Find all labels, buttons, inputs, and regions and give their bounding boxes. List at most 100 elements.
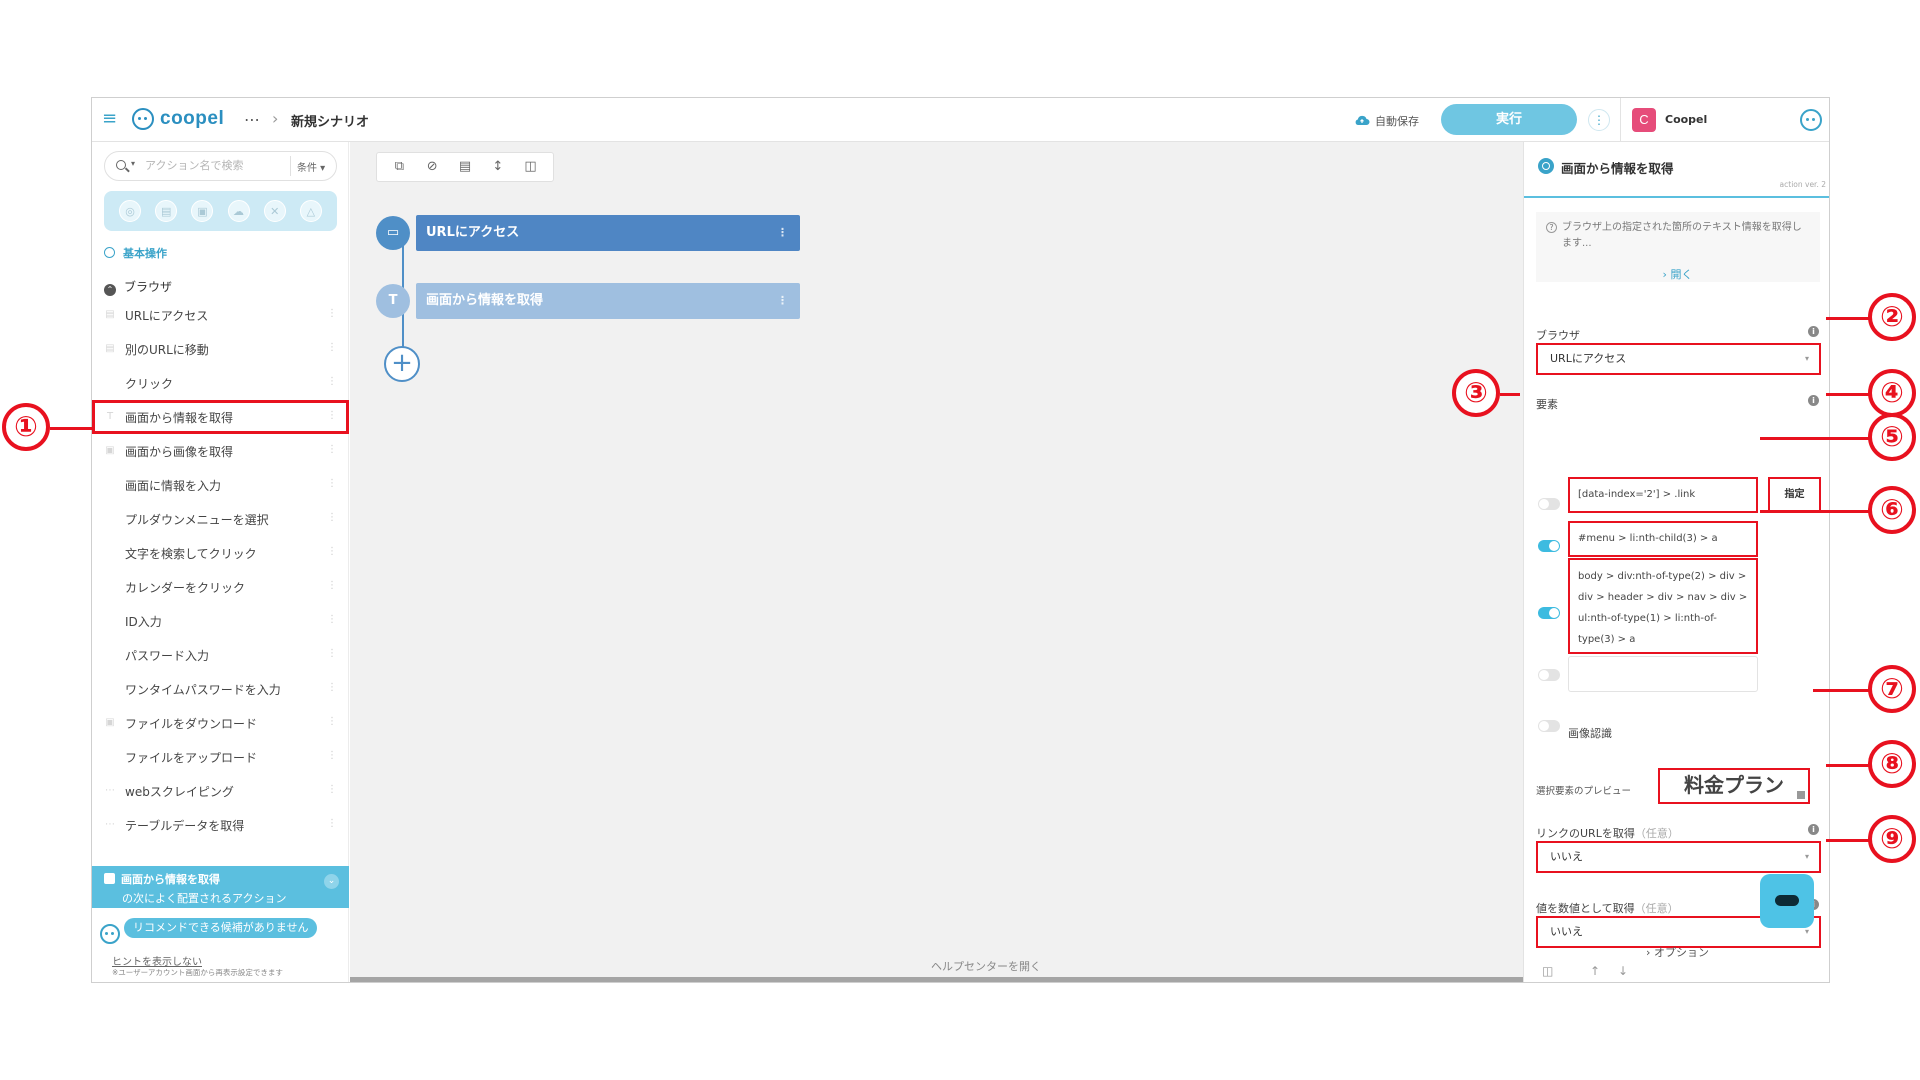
action-item-get-info[interactable]: T 画面から情報を取得 ⋮ <box>92 400 349 434</box>
action-item[interactable]: ▣ ファイルをダウンロード ⋮ <box>92 706 349 740</box>
action-menu-icon[interactable]: ⋮ <box>327 716 337 727</box>
panel-footer: ◫ ↑ ↓ <box>1524 964 1829 982</box>
menu-icon[interactable]: ≡ <box>102 110 118 128</box>
action-menu-icon[interactable]: ⋮ <box>327 342 337 353</box>
hide-icon[interactable]: ⊘ <box>423 158 441 176</box>
group-label: ブラウザ <box>124 280 173 294</box>
scenario-canvas[interactable]: ⧉ ⊘ ▤ ↕ ◫ ▭ URLにアクセス ⋮ T 画面から情報を取得 ⋮ + ヘ… <box>350 142 1622 982</box>
action-menu-icon[interactable]: ⋮ <box>327 410 337 421</box>
action-item[interactable]: ▣ 画面から画像を取得 ⋮ <box>92 434 349 468</box>
window-icon[interactable]: ▤ <box>155 200 178 222</box>
action-menu-icon[interactable]: ⋮ <box>327 512 337 523</box>
assistant-bot-icon[interactable] <box>1800 109 1822 131</box>
action-menu-icon[interactable]: ⋮ <box>327 478 337 489</box>
comment-icon[interactable]: ▤ <box>456 158 474 176</box>
action-item[interactable]: カレンダーをクリック ⋮ <box>92 570 349 604</box>
link-url-label: リンクのURLを取得（任意） <box>1536 825 1679 841</box>
action-menu-icon[interactable]: ⋮ <box>327 648 337 659</box>
link-url-select[interactable]: いいえ ▾ <box>1536 841 1821 873</box>
app-logo[interactable]: coopel <box>160 108 224 130</box>
arrow-down-icon[interactable]: ↓ <box>1618 964 1628 978</box>
options-toggle[interactable]: › オプション <box>1524 944 1829 960</box>
selector-field[interactable]: [data-index='2'] > .link <box>1568 477 1758 513</box>
split-icon[interactable]: ↕ <box>489 158 507 176</box>
action-menu-icon[interactable]: ⋮ <box>327 580 337 591</box>
node-icon-window[interactable]: ▭ <box>376 216 410 250</box>
search-icon[interactable] <box>116 160 126 170</box>
tools-icon[interactable]: ✕ <box>263 200 286 222</box>
workspace-avatar[interactable]: C <box>1632 108 1656 132</box>
action-menu-icon[interactable]: ⋮ <box>327 444 337 455</box>
action-item[interactable]: ▤ URLにアクセス ⋮ <box>92 298 349 332</box>
selector-toggle[interactable] <box>1538 540 1560 552</box>
run-options-icon[interactable]: ⋮ <box>1588 109 1610 131</box>
flow-node-selected[interactable]: 画面から情報を取得 ⋮ <box>416 283 800 319</box>
selector-toggle[interactable] <box>1538 498 1560 510</box>
chat-support-button[interactable] <box>1760 874 1814 928</box>
action-menu-icon[interactable]: ⋮ <box>327 750 337 761</box>
copy-icon[interactable]: ⧉ <box>390 158 408 176</box>
arrow-up-icon[interactable]: ↑ <box>1590 964 1600 978</box>
action-menu-icon[interactable]: ⋮ <box>327 784 337 795</box>
network-icon[interactable]: △ <box>299 200 322 222</box>
action-item[interactable]: ⋯ テーブルデータを取得 ⋮ <box>92 808 349 842</box>
selector-toggle[interactable] <box>1538 669 1560 681</box>
action-item[interactable]: ID入力 ⋮ <box>92 604 349 638</box>
node-menu-icon[interactable]: ⋮ <box>777 283 788 319</box>
document-icon[interactable]: ▣ <box>191 200 214 222</box>
cloud-icon[interactable]: ☁ <box>227 200 250 222</box>
info-icon[interactable]: i <box>1808 326 1819 337</box>
more-icon[interactable]: ⋯ <box>244 110 261 129</box>
action-menu-icon[interactable]: ⋮ <box>327 546 337 557</box>
action-menu-icon[interactable]: ⋮ <box>327 818 337 829</box>
globe-icon[interactable]: ◎ <box>119 200 142 222</box>
action-menu-icon[interactable]: ⋮ <box>327 308 337 319</box>
action-item[interactable]: クリック ⋮ <box>92 366 349 400</box>
action-item[interactable]: 画面に情報を入力 ⋮ <box>92 468 349 502</box>
action-item[interactable]: ファイルをアップロード ⋮ <box>92 740 349 774</box>
action-item[interactable]: ⋯ webスクレイピング ⋮ <box>92 774 349 808</box>
info-icon[interactable]: i <box>1808 395 1819 406</box>
node-icon-text[interactable]: T <box>376 284 410 318</box>
action-item[interactable]: ▤ 別のURLに移動 ⋮ <box>92 332 349 366</box>
condition-filter-button[interactable]: 条件 ▾ <box>297 159 325 174</box>
action-item[interactable]: ワンタイムパスワードを入力 ⋮ <box>92 672 349 706</box>
search-dropdown-icon[interactable]: ▾ <box>131 159 135 168</box>
add-node-button[interactable]: + <box>384 346 420 382</box>
selector-toggle[interactable] <box>1538 607 1560 619</box>
expand-description-link[interactable]: › 開く <box>1524 266 1829 282</box>
workspace-name[interactable]: Coopel <box>1665 113 1707 126</box>
optional-tag: （任意） <box>1634 902 1679 915</box>
scenario-title[interactable]: 新規シナリオ <box>291 111 369 130</box>
expand-icon[interactable] <box>1797 791 1805 799</box>
close-icon[interactable]: ⌄ <box>324 874 339 889</box>
selector-field[interactable]: body > div:nth-of-type(2) > div > div > … <box>1568 558 1758 654</box>
browser-select[interactable]: URLにアクセス ▾ <box>1536 343 1821 375</box>
node-menu-icon[interactable]: ⋮ <box>777 215 788 251</box>
selector-field-empty[interactable] <box>1568 656 1758 692</box>
info-icon[interactable]: i <box>1808 824 1819 835</box>
selector-field[interactable]: #menu > li:nth-child(3) > a <box>1568 521 1758 557</box>
action-search-input[interactable] <box>145 159 285 172</box>
flow-node[interactable]: URLにアクセス ⋮ <box>416 215 800 251</box>
help-center-link[interactable]: ヘルプセンターを開く <box>350 958 1622 974</box>
action-menu-icon[interactable]: ⋮ <box>327 682 337 693</box>
horizontal-scrollbar[interactable] <box>350 974 1622 982</box>
action-item[interactable]: プルダウンメニューを選択 ⋮ <box>92 502 349 536</box>
action-item[interactable]: パスワード入力 ⋮ <box>92 638 349 672</box>
specify-button[interactable]: 指定 <box>1768 477 1821 513</box>
action-label: URLにアクセス <box>125 308 209 323</box>
blank-icon <box>104 683 116 695</box>
run-button[interactable]: 実行 <box>1441 104 1577 135</box>
recommend-subtitle: の次によく配置されるアクション <box>122 892 287 905</box>
action-item[interactable]: 文字を検索してクリック ⋮ <box>92 536 349 570</box>
collapse-icon[interactable]: ⌃ <box>104 284 116 296</box>
group-browser[interactable]: ⌃ ブラウザ <box>104 278 172 296</box>
trash-icon[interactable]: ◫ <box>1542 964 1553 978</box>
blank-icon <box>104 649 116 661</box>
delete-icon[interactable]: ◫ <box>522 158 540 176</box>
action-menu-icon[interactable]: ⋮ <box>327 376 337 387</box>
action-menu-icon[interactable]: ⋮ <box>327 614 337 625</box>
hide-hints-link[interactable]: ヒントを表示しない <box>112 953 202 968</box>
image-recognition-toggle[interactable] <box>1538 720 1560 732</box>
